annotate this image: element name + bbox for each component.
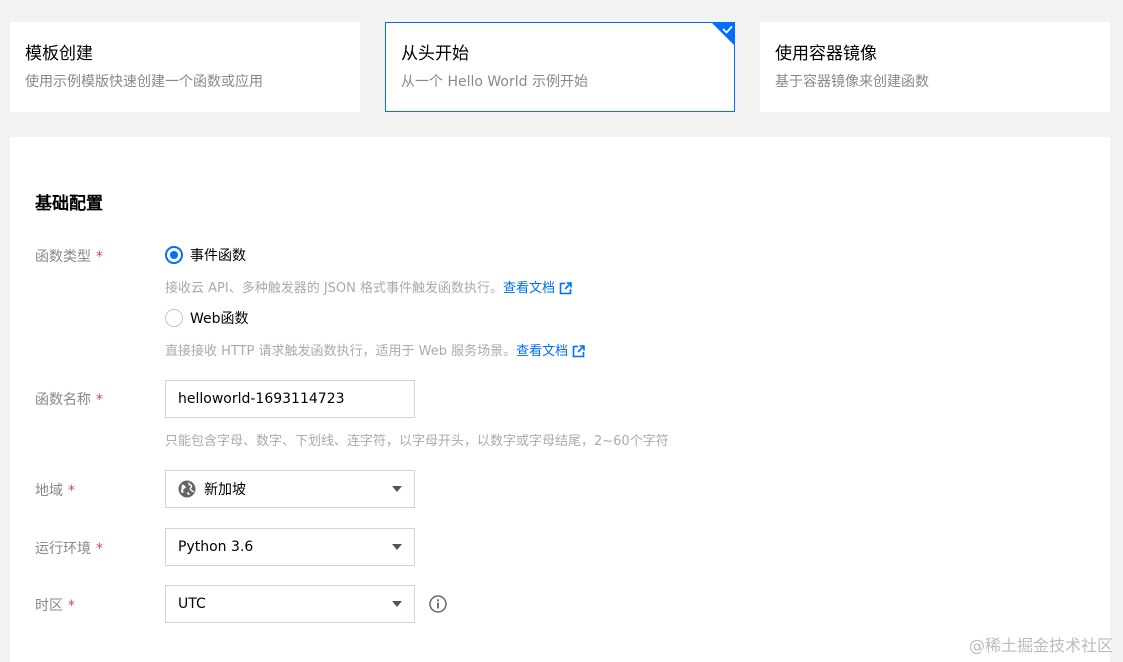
card-description: 基于容器镜像来创建函数	[775, 74, 929, 90]
card-description: 使用示例模版快速创建一个函数或应用	[25, 74, 263, 90]
region-select[interactable]: 新加坡	[165, 470, 415, 508]
card-container-image[interactable]: 使用容器镜像 基于容器镜像来创建函数	[760, 22, 1110, 112]
label-text: 地域	[35, 483, 63, 499]
radio-button[interactable]	[165, 246, 183, 264]
radio-event-function[interactable]: 事件函数	[165, 245, 246, 265]
select-value: Python 3.6	[178, 539, 254, 555]
globe-icon	[178, 480, 196, 498]
select-value: 新加坡	[204, 482, 246, 498]
external-link-icon[interactable]	[572, 345, 585, 358]
label-text: 函数名称	[35, 392, 91, 408]
external-link-icon[interactable]	[559, 282, 572, 295]
section-title: 基础配置	[35, 194, 103, 214]
basic-config-panel: 基础配置 函数类型 * 事件函数 接收云 API、多种触发器的 JSON 格式事件…	[10, 137, 1110, 662]
region-label: 地域 *	[35, 480, 75, 500]
watermark: @稀土掘金技术社区	[968, 636, 1113, 655]
required-mark: *	[96, 541, 103, 557]
card-description: 从一个 Hello World 示例开始	[401, 74, 588, 90]
event-function-hint: 接收云 API、多种触发器的 JSON 格式事件触发函数执行。查看文档	[165, 277, 572, 296]
card-title: 从头开始	[401, 44, 469, 64]
card-template-create[interactable]: 模板创建 使用示例模版快速创建一个函数或应用	[10, 22, 360, 112]
function-name-input[interactable]	[165, 380, 415, 418]
label-text: 运行环境	[35, 541, 91, 557]
selected-check-icon	[711, 22, 735, 46]
creation-method-cards: 模板创建 使用示例模版快速创建一个函数或应用 从头开始 从一个 Hello Wo…	[10, 22, 1110, 112]
label-text: 函数类型	[35, 249, 91, 265]
radio-label: Web函数	[190, 311, 249, 327]
caret-down-icon	[392, 544, 402, 550]
info-icon[interactable]	[429, 595, 447, 613]
caret-down-icon	[392, 601, 402, 607]
required-mark: *	[96, 392, 103, 408]
view-docs-link[interactable]: 查看文档	[503, 281, 555, 296]
required-mark: *	[96, 249, 103, 265]
runtime-label: 运行环境 *	[35, 538, 103, 558]
timezone-label: 时区 *	[35, 595, 75, 615]
required-mark: *	[68, 483, 75, 499]
view-docs-link[interactable]: 查看文档	[516, 344, 568, 359]
radio-label: 事件函数	[190, 248, 246, 264]
label-text: 时区	[35, 598, 63, 614]
card-title: 模板创建	[25, 44, 93, 64]
timezone-select[interactable]: UTC	[165, 585, 415, 623]
runtime-select[interactable]: Python 3.6	[165, 528, 415, 566]
web-function-hint: 直接接收 HTTP 请求触发函数执行，适用于 Web 服务场景。查看文档	[165, 340, 585, 359]
hint-text: 接收云 API、多种触发器的 JSON 格式事件触发函数执行。	[165, 281, 504, 296]
function-name-hint: 只能包含字母、数字、下划线、连字符，以字母开头，以数字或字母结尾，2~60个字符	[165, 434, 669, 449]
card-from-scratch[interactable]: 从头开始 从一个 Hello World 示例开始	[385, 22, 735, 112]
function-name-label: 函数名称 *	[35, 389, 103, 409]
card-title: 使用容器镜像	[775, 44, 877, 64]
function-type-label: 函数类型 *	[35, 246, 103, 266]
radio-web-function[interactable]: Web函数	[165, 308, 249, 328]
hint-text: 直接接收 HTTP 请求触发函数执行，适用于 Web 服务场景。	[165, 344, 517, 359]
radio-button[interactable]	[165, 309, 183, 327]
caret-down-icon	[392, 486, 402, 492]
required-mark: *	[68, 598, 75, 614]
select-value: UTC	[178, 596, 206, 612]
